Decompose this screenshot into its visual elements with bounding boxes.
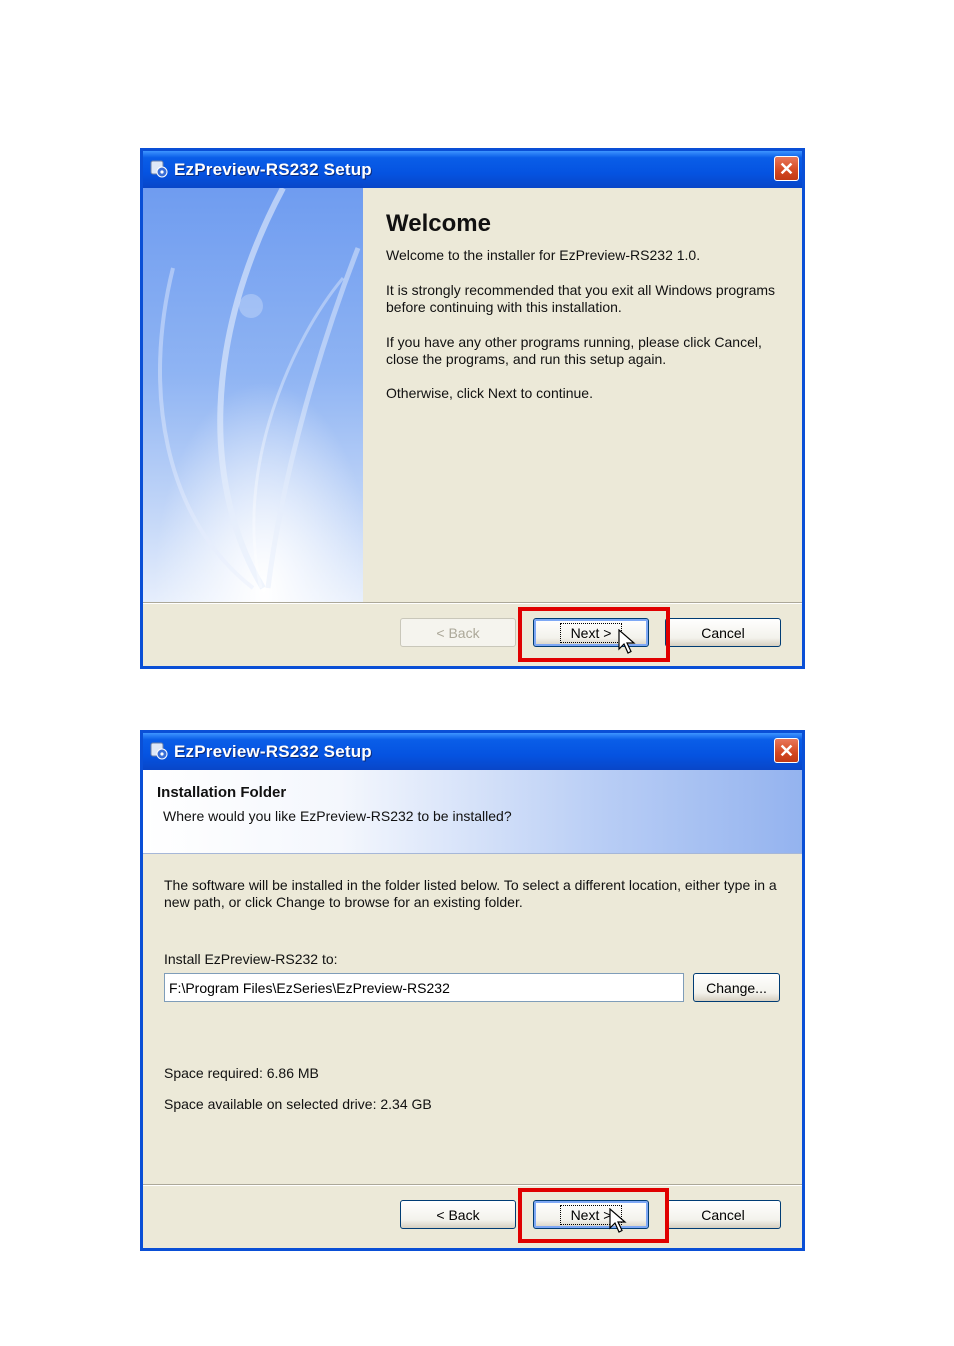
page-title: Installation Folder: [157, 784, 287, 801]
setup-app-icon: [150, 742, 168, 760]
close-button[interactable]: ✕: [774, 738, 799, 763]
install-path-label: Install EzPreview-RS232 to:: [164, 951, 338, 967]
mouse-pointer-icon: [609, 1208, 627, 1233]
space-available-text: Space available on selected drive: 2.34 …: [164, 1096, 432, 1112]
back-button[interactable]: < Back: [400, 1200, 516, 1229]
window-title: EzPreview-RS232 Setup: [174, 160, 372, 179]
swirl-decoration: [143, 188, 363, 602]
exit-programs-text: It is strongly recommended that you exit…: [386, 282, 776, 315]
setup-app-icon: [150, 160, 168, 178]
next-highlight-box: [518, 607, 670, 662]
change-button-label: Change...: [706, 979, 767, 996]
close-icon: ✕: [778, 741, 795, 761]
cancel-button[interactable]: Cancel: [665, 1200, 781, 1229]
cancel-button-label: Cancel: [701, 624, 745, 641]
space-required-text: Space required: 6.86 MB: [164, 1065, 319, 1081]
button-separator: [143, 1184, 802, 1186]
install-path-input[interactable]: [164, 973, 684, 1002]
cancel-button-label: Cancel: [701, 1206, 745, 1223]
welcome-content: Welcome Welcome to the installer for EzP…: [363, 188, 802, 602]
continue-instructions-text: Otherwise, click Next to continue.: [386, 385, 593, 401]
welcome-text: Welcome to the installer for EzPreview-R…: [386, 247, 701, 263]
title-bar[interactable]: EzPreview-RS232 Setup ✕: [143, 151, 802, 188]
page-subtitle: Where would you like EzPreview-RS232 to …: [163, 808, 512, 824]
install-description: The software will be installed in the fo…: [164, 877, 777, 910]
close-button[interactable]: ✕: [774, 156, 799, 181]
cancel-instructions-text: If you have any other programs running, …: [386, 334, 762, 367]
cancel-button[interactable]: Cancel: [665, 618, 781, 647]
change-button[interactable]: Change...: [693, 973, 780, 1002]
setup-install-folder-dialog: EzPreview-RS232 Setup ✕ Installation Fol…: [140, 730, 805, 1251]
button-separator: [143, 602, 802, 604]
close-icon: ✕: [778, 159, 795, 179]
page-header: Installation Folder Where would you like…: [143, 770, 802, 854]
welcome-side-graphic: [143, 188, 363, 602]
title-bar[interactable]: EzPreview-RS232 Setup ✕: [143, 733, 802, 770]
mouse-pointer-icon: [618, 629, 636, 654]
page-title: Welcome: [386, 210, 491, 237]
window-title: EzPreview-RS232 Setup: [174, 742, 372, 761]
setup-welcome-dialog: EzPreview-RS232 Setup ✕ Welcome Welcome …: [140, 148, 805, 669]
back-button-label: < Back: [436, 1206, 480, 1223]
back-button-label: < Back: [436, 624, 480, 641]
next-highlight-box: [518, 1188, 669, 1243]
back-button[interactable]: < Back: [400, 618, 516, 647]
